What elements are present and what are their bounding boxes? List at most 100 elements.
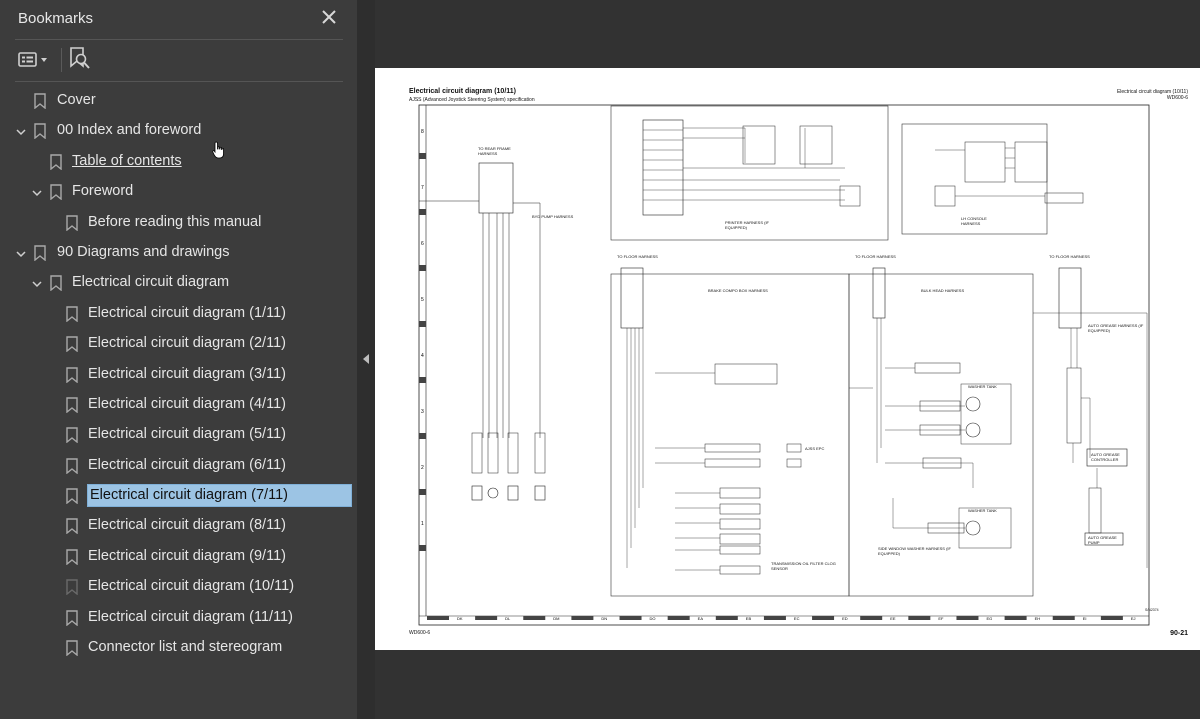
border-column-label: DM	[553, 616, 559, 621]
border-column-label: DK	[457, 616, 463, 621]
find-current-bookmark-button[interactable]	[68, 46, 92, 72]
border-row-marker	[419, 489, 426, 495]
bookmark-icon	[66, 214, 78, 232]
border-row-marker	[419, 377, 426, 383]
border-row-marker	[419, 545, 426, 551]
bookmark-item[interactable]: Electrical circuit diagram (2/11)	[0, 329, 357, 359]
bookmark-item[interactable]: 90 Diagrams and drawings	[0, 238, 357, 268]
bookmark-icon	[66, 306, 78, 323]
panel-splitter[interactable]	[357, 0, 375, 719]
bookmark-label: Connector list and stereogram	[88, 639, 283, 656]
bookmark-label: Electrical circuit diagram (9/11)	[88, 547, 286, 564]
bookmark-label: 00 Index and foreword	[57, 122, 202, 139]
bookmark-item[interactable]: Electrical circuit diagram (7/11)	[0, 481, 357, 511]
label-to-floor-2: TO FLOOR HARNESS	[855, 254, 896, 259]
bookmark-options-icon	[18, 52, 47, 67]
bookmark-item[interactable]: 00 Index and foreword	[0, 116, 357, 146]
border-column-marker	[667, 616, 690, 620]
border-row-labels: 8 7 6 5 4 3 2 1	[419, 129, 426, 551]
bookmark-item[interactable]: Electrical circuit diagram (4/11)	[0, 390, 357, 420]
label-printer-harness: PRINTER HARNESS (IF EQUIPPED)	[725, 220, 770, 230]
border-row-label: 3	[421, 409, 424, 415]
border-row-label: 4	[421, 353, 424, 359]
border-row-label: 6	[421, 241, 424, 247]
label-ajss-epc: AJSS EPC	[805, 446, 825, 451]
bookmark-label: Electrical circuit diagram (11/11)	[88, 608, 293, 625]
bookmark-item[interactable]: Cover	[0, 86, 357, 116]
bookmark-icon	[50, 184, 62, 201]
collapse-panel-icon[interactable]	[362, 352, 370, 364]
label-washer-tank-1: WASHER TANK	[968, 384, 997, 389]
border-column-label: EA	[698, 616, 704, 621]
bookmark-item[interactable]: Electrical circuit diagram (3/11)	[0, 360, 357, 390]
bookmark-item[interactable]: Electrical circuit diagram (9/11)	[0, 542, 357, 572]
close-icon[interactable]	[318, 6, 340, 28]
bookmark-icon	[50, 154, 62, 171]
bookmark-icon	[66, 366, 78, 383]
chevron-down-icon[interactable]	[15, 247, 27, 259]
toolbar-divider	[15, 81, 343, 82]
bookmark-item[interactable]: Connector list and stereogram	[0, 633, 357, 663]
border-column-marker	[860, 616, 883, 620]
border-column-label: EJ	[1131, 616, 1136, 621]
bookmark-item[interactable]: Electrical circuit diagram (10/11)	[0, 572, 357, 602]
bookmark-icon	[66, 488, 78, 505]
border-column-label: EC	[794, 616, 800, 621]
border-column-label: DO	[650, 616, 656, 621]
bookmark-icon	[66, 457, 78, 475]
bookmark-icon	[66, 549, 78, 566]
border-column-marker	[475, 616, 498, 620]
bookmark-item[interactable]: Electrical circuit diagram (11/11)	[0, 603, 357, 633]
border-column-marker	[908, 616, 931, 620]
border-row-label: 1	[421, 521, 424, 527]
bookmark-label: Electrical circuit diagram (5/11)	[88, 426, 286, 443]
hand-cursor-icon	[212, 141, 224, 159]
border-column-marker	[812, 616, 835, 620]
pdf-viewer-window: Bookmarks Cover 00 Index and foreword Ta…	[0, 0, 1200, 719]
bookmark-label: 90 Diagrams and drawings	[57, 243, 230, 260]
border-column-marker	[619, 616, 642, 620]
label-brake-box: BRAKE COMPO BOX HARNESS	[708, 288, 768, 293]
border-column-label: EE	[890, 616, 896, 621]
border-column-label: DL	[505, 616, 511, 621]
border-column-label: EB	[746, 616, 752, 621]
bookmark-icon	[66, 336, 78, 353]
bookmark-item[interactable]: Table of contents	[0, 147, 357, 177]
bookmark-item[interactable]: Electrical circuit diagram	[0, 268, 357, 298]
border-column-label: EF	[938, 616, 944, 621]
bookmark-item[interactable]: Electrical circuit diagram (5/11)	[0, 420, 357, 450]
label-auto-grease-controller: AUTO GREASE CONTROLLER	[1091, 452, 1120, 462]
bookmark-item[interactable]: Foreword	[0, 177, 357, 207]
border-column-labels: DK DL DM DN DO EA EB EC ED EE EF EG EH EI EJ	[427, 616, 1136, 621]
label-bulk-head: BULK HEAD HARNESS	[921, 288, 965, 293]
chevron-down-icon[interactable]	[31, 277, 43, 289]
bookmark-item[interactable]: Electrical circuit diagram (8/11)	[0, 511, 357, 541]
chevron-down-icon[interactable]	[15, 125, 27, 137]
bookmark-label: Electrical circuit diagram (2/11)	[88, 335, 286, 352]
chevron-down-icon[interactable]	[31, 186, 43, 198]
border-column-marker	[715, 616, 738, 620]
bookmarks-panel: Bookmarks Cover 00 Index and foreword Ta…	[0, 0, 357, 719]
bookmark-label: Electrical circuit diagram (6/11)	[88, 456, 286, 473]
drawing-number: S/N2374	[1145, 608, 1159, 612]
find-bookmark-icon	[70, 47, 90, 69]
bookmark-icon	[66, 609, 78, 627]
bookmark-label: Before reading this manual	[88, 213, 262, 230]
border-row-marker	[419, 209, 426, 215]
border-column-marker	[956, 616, 979, 620]
bookmark-options-button[interactable]	[16, 49, 56, 71]
bookmark-label: Table of contents	[72, 152, 182, 169]
bookmark-icon	[34, 245, 46, 262]
label-to-floor-3: TO FLOOR HARNESS	[1049, 254, 1090, 259]
bookmark-label: Electrical circuit diagram (10/11)	[88, 578, 295, 595]
border-column-label: ED	[842, 616, 848, 621]
bookmark-item[interactable]: Before reading this manual	[0, 208, 357, 238]
bookmark-item[interactable]: Electrical circuit diagram (6/11)	[0, 451, 357, 481]
border-column-marker	[571, 616, 594, 620]
bookmark-icon	[34, 123, 46, 140]
border-row-label: 8	[421, 129, 424, 135]
document-viewer[interactable]: Electrical circuit diagram (10/11) AJSS …	[375, 0, 1200, 719]
border-row-label: 5	[421, 297, 424, 303]
bookmark-item[interactable]: Electrical circuit diagram (1/11)	[0, 299, 357, 329]
bookmark-label: Electrical circuit diagram (8/11)	[88, 517, 286, 534]
